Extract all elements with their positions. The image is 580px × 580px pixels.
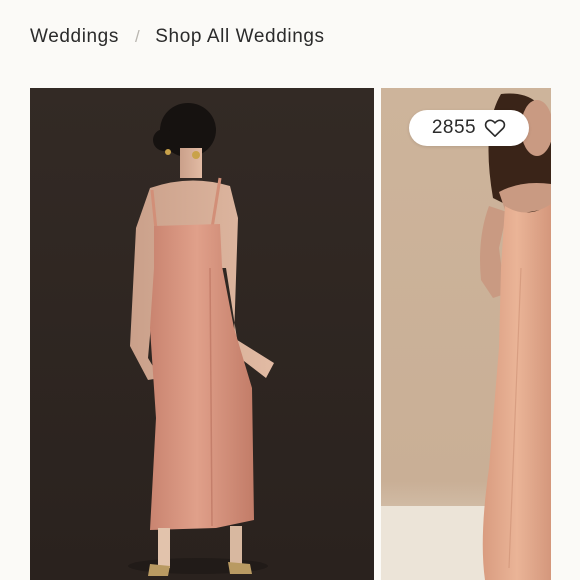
breadcrumb-separator: / (134, 27, 141, 46)
like-count: 2855 (431, 117, 477, 138)
model-back-view-dress-image (30, 88, 374, 580)
breadcrumb-weddings-link[interactable]: Weddings (30, 26, 119, 48)
like-button[interactable]: 2855 (409, 110, 529, 146)
breadcrumb: Weddings / Shop All Weddings (30, 24, 325, 50)
product-image-front-view[interactable] (381, 88, 551, 580)
product-gallery-page: Weddings / Shop All Weddings 2855 (0, 0, 580, 580)
heart-outline-icon (484, 119, 506, 137)
product-image-carousel[interactable] (30, 88, 580, 580)
product-image-back-view[interactable] (30, 88, 374, 580)
model-front-view-dress-image (381, 88, 551, 580)
breadcrumb-shop-all-weddings-link[interactable]: Shop All Weddings (155, 26, 324, 48)
